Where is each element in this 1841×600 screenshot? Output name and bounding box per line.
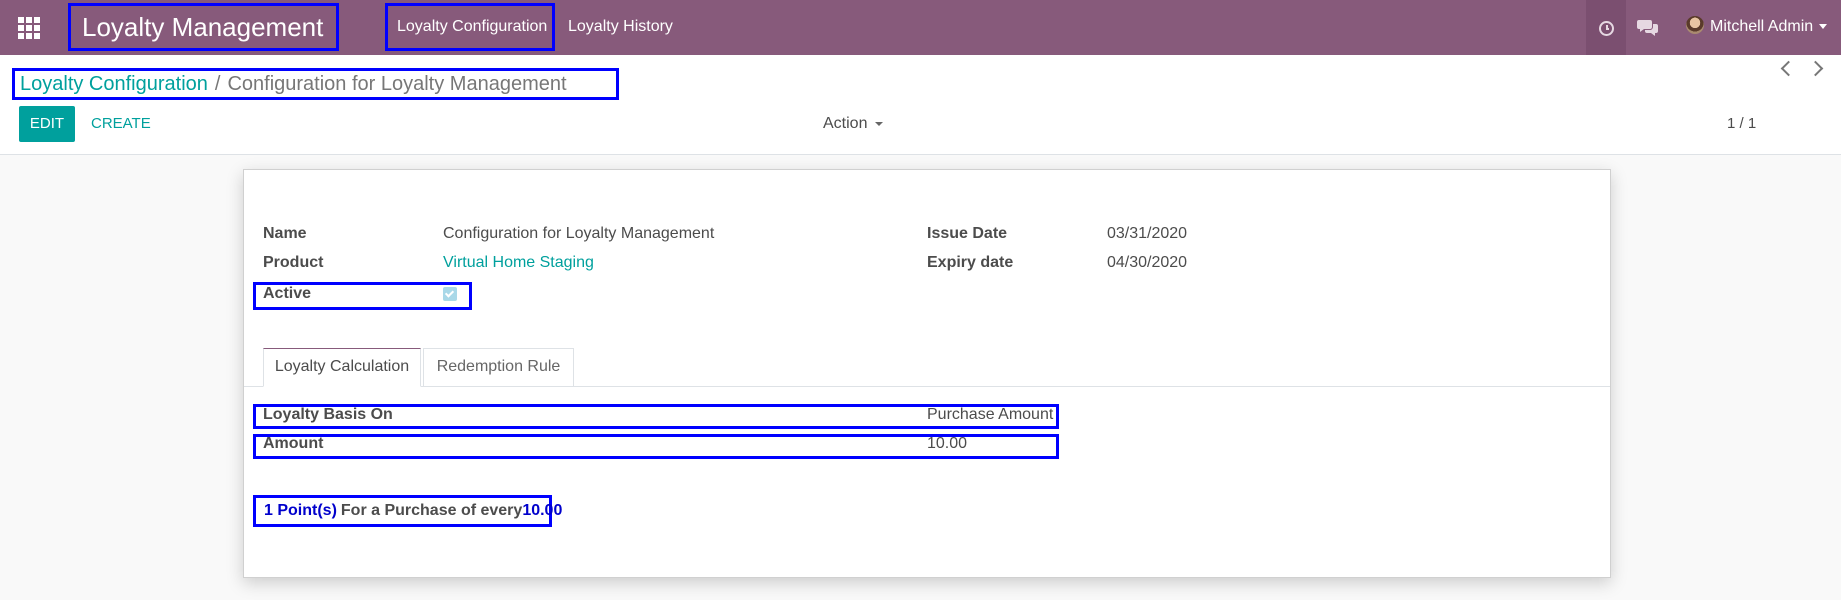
loyalty-basis-label: Loyalty Basis On xyxy=(263,406,393,423)
action-label: Action xyxy=(823,115,868,132)
tab-redemption-rule[interactable]: Redemption Rule xyxy=(423,348,574,386)
expiry-date-label: Expiry date xyxy=(927,254,1014,271)
product-link[interactable]: Virtual Home Staging xyxy=(443,254,594,272)
app-brand-title[interactable]: Loyalty Management xyxy=(68,3,339,51)
breadcrumb: Loyalty Configuration / Configuration for … xyxy=(12,68,619,100)
top-navbar: Loyalty Management Loyalty Configuration… xyxy=(0,0,1841,55)
breadcrumb-parent-link[interactable]: Loyalty Configuration xyxy=(20,73,208,95)
issue-date-value: 03/31/2020 xyxy=(1107,225,1188,242)
issue-date-label: Issue Date xyxy=(927,225,1008,242)
name-label: Name xyxy=(263,225,307,242)
tabs-divider xyxy=(244,386,1610,387)
menu-loyalty-history[interactable]: Loyalty History xyxy=(568,3,708,51)
product-label: Product xyxy=(263,254,324,271)
pager-value: 1 / 1 xyxy=(1727,115,1757,132)
summary-text: For a Purchase of every xyxy=(340,502,523,519)
avatar xyxy=(1686,15,1704,34)
menu-loyalty-configuration[interactable]: Loyalty Configuration xyxy=(385,3,555,51)
user-name: Mitchell Admin xyxy=(1710,18,1814,35)
activity-button[interactable] xyxy=(1586,0,1626,55)
chevron-down-icon xyxy=(1819,24,1828,30)
loyalty-basis-value: Purchase Amount xyxy=(927,406,1054,423)
breadcrumb-separator: / xyxy=(214,73,221,95)
points-summary: 1 Point(s) For a Purchase of every10.00 xyxy=(253,495,562,527)
breadcrumb-current: Configuration for Loyalty Management xyxy=(227,73,567,95)
active-checkbox[interactable] xyxy=(443,287,457,301)
edit-button[interactable]: EDIT xyxy=(19,106,75,142)
apps-menu-icon[interactable] xyxy=(18,17,40,39)
chat-icon[interactable] xyxy=(1637,18,1659,36)
action-dropdown[interactable]: Action xyxy=(823,106,884,142)
user-menu[interactable]: Mitchell Admin xyxy=(1686,14,1828,40)
summary-points: 1 Point(s) xyxy=(264,502,337,519)
name-value: Configuration for Loyalty Management xyxy=(443,225,715,242)
create-button[interactable]: CREATE xyxy=(91,106,151,142)
form-sheet: Name Configuration for Loyalty Managemen… xyxy=(243,169,1611,578)
control-panel: Loyalty Configuration / Configuration for … xyxy=(0,55,1841,155)
amount-value: 10.00 xyxy=(927,435,968,452)
clock-icon xyxy=(1599,21,1614,36)
expiry-date-value: 04/30/2020 xyxy=(1107,254,1188,271)
tab-loyalty-calculation[interactable]: Loyalty Calculation xyxy=(263,348,421,387)
summary-amount: 10.00 xyxy=(522,502,563,519)
caret-down-icon xyxy=(875,121,884,126)
amount-label: Amount xyxy=(263,435,324,452)
active-label: Active xyxy=(263,285,312,302)
